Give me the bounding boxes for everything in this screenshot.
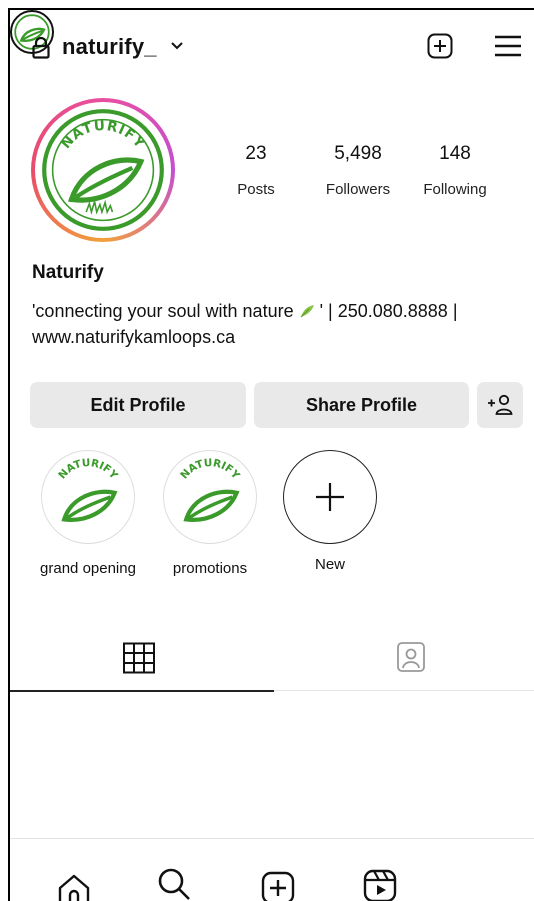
stat-following-value: 148 (439, 143, 471, 164)
profile-name: Naturify (32, 262, 104, 283)
active-tab-indicator (10, 690, 274, 692)
stat-posts-label: Posts (237, 181, 275, 198)
stat-followers-label: Followers (325, 181, 391, 198)
app-frame: naturify_ NATURIFY 23 Posts 5,498 Follow… (8, 8, 534, 901)
grid-icon[interactable] (122, 642, 156, 674)
logo-text: NATURIFY (178, 457, 242, 482)
hamburger-menu-icon[interactable] (494, 34, 522, 58)
logo-text: NATURIFY (56, 457, 120, 482)
discover-people-button[interactable] (477, 382, 523, 428)
home-icon[interactable] (56, 872, 92, 901)
chevron-down-icon[interactable] (170, 40, 184, 52)
highlight-label: New (314, 556, 345, 573)
profile-bio: 'connecting your soul with nature ' | 25… (32, 298, 522, 350)
create-icon[interactable] (260, 870, 296, 901)
plus-icon (316, 483, 344, 511)
lock-icon (32, 37, 50, 59)
reels-icon[interactable] (362, 868, 398, 901)
stat-posts[interactable]: 23 Posts (226, 143, 286, 198)
account-username[interactable]: naturify_ (62, 34, 157, 60)
svg-text:NATURIFY: NATURIFY (178, 457, 242, 482)
naturify-logo: NATURIFY (56, 457, 120, 522)
bio-text-start: 'connecting your soul with nature (32, 301, 299, 321)
tagged-icon[interactable] (396, 640, 426, 674)
search-icon[interactable] (156, 866, 192, 901)
plus-square-icon[interactable] (427, 33, 453, 59)
profile-header: naturify_ (10, 10, 534, 82)
herb-emoji-icon (300, 305, 314, 318)
highlight-new[interactable]: New (280, 450, 380, 573)
stat-following[interactable]: 148 Following (410, 143, 500, 198)
svg-text:NATURIFY: NATURIFY (56, 457, 120, 482)
stat-followers-value: 5,498 (334, 143, 382, 164)
profile-avatar[interactable]: NATURIFY (31, 98, 175, 242)
highlight-label: grand opening (40, 560, 136, 577)
stat-posts-value: 23 (245, 143, 267, 164)
naturify-logo: NATURIFY (178, 457, 242, 522)
bottom-nav-divider (10, 838, 534, 839)
edit-profile-button[interactable]: Edit Profile (30, 382, 246, 428)
highlight-promotions[interactable]: NATURIFY promotions (160, 450, 260, 577)
stat-followers[interactable]: 5,498 Followers (310, 143, 406, 198)
naturify-logo: NATURIFY (42, 109, 164, 231)
share-profile-button[interactable]: Share Profile (254, 382, 469, 428)
highlight-grand-opening[interactable]: NATURIFY grand opening (38, 450, 138, 577)
add-person-icon (488, 394, 513, 415)
highlight-label: promotions (172, 560, 248, 577)
stat-following-label: Following (423, 181, 487, 198)
